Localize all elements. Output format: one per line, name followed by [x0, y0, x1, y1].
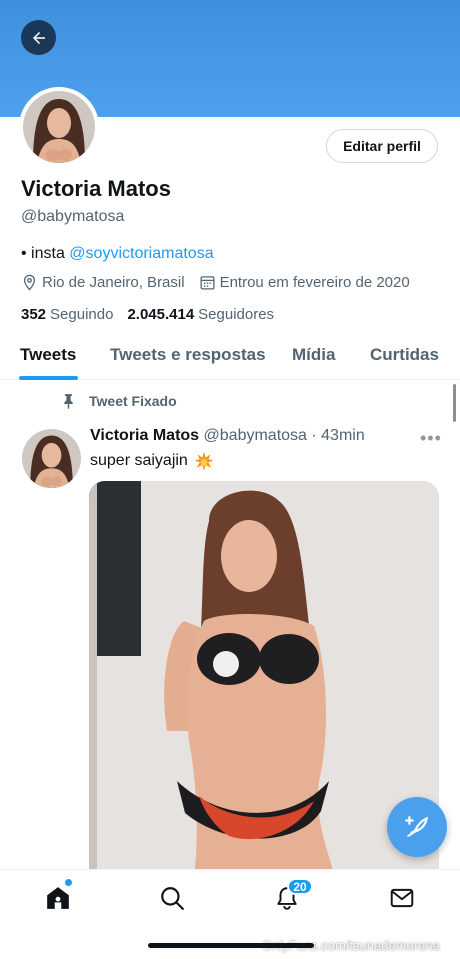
more-options-icon[interactable]: ••• — [420, 428, 442, 449]
location-item: Rio de Janeiro, Brasil — [21, 274, 185, 291]
profile-avatar[interactable] — [19, 87, 99, 167]
tab-tweets-and-replies[interactable]: Tweets e respostas — [110, 345, 266, 365]
home-indicator-bar[interactable] — [148, 943, 314, 948]
bio-link[interactable]: @soyvictoriamatosa — [69, 245, 213, 262]
active-tab-indicator — [19, 376, 78, 380]
avatar-image — [23, 91, 95, 163]
tweet-separator: · — [306, 427, 322, 444]
location-text: Rio de Janeiro, Brasil — [42, 274, 185, 291]
collision-icon — [194, 451, 213, 471]
edit-profile-button[interactable]: Editar perfil — [326, 129, 438, 163]
home-new-indicator — [65, 879, 72, 886]
compose-feather-icon — [405, 816, 429, 837]
messages-icon — [390, 888, 414, 908]
profile-bio: • insta @soyvictoriamatosa — [21, 245, 214, 263]
tweet-media-image[interactable] — [89, 481, 439, 876]
followers-label: Seguidores — [198, 306, 275, 323]
tweet-header: Victoria Matos @babymatosa · 43min — [90, 427, 365, 445]
profile-tabs: Tweets Tweets e respostas Mídia Curtidas — [0, 340, 460, 380]
pin-icon — [64, 394, 73, 409]
search-icon — [161, 887, 184, 910]
tweet-author-name[interactable]: Victoria Matos — [90, 427, 199, 444]
bio-text: • insta — [21, 245, 70, 262]
arrow-left-icon — [32, 31, 45, 44]
tab-likes[interactable]: Curtidas — [370, 345, 439, 365]
profile-stats: 352 Seguindo 2.045.414 Seguidores — [21, 306, 288, 323]
compose-tweet-button[interactable] — [387, 797, 447, 857]
joined-text: Entrou em fevereiro de 2020 — [219, 274, 410, 291]
tweet-time[interactable]: 43min — [321, 427, 365, 444]
profile-meta: Rio de Janeiro, Brasil Entrou em feverei… — [21, 274, 424, 291]
tab-media[interactable]: Mídia — [292, 345, 335, 365]
calendar-icon — [200, 276, 215, 290]
avatar-image — [22, 429, 81, 488]
scrollbar[interactable] — [453, 384, 456, 422]
joined-item: Entrou em fevereiro de 2020 — [199, 274, 410, 291]
photo — [89, 481, 439, 876]
tweet-author-handle[interactable]: @babymatosa — [204, 427, 307, 444]
back-button[interactable] — [21, 20, 56, 55]
notification-badge: 20 — [287, 878, 313, 895]
pinned-text: Tweet Fixado — [89, 392, 177, 409]
nav-search[interactable] — [158, 884, 186, 912]
profile-name: Victoria Matos — [21, 176, 171, 201]
nav-messages[interactable] — [388, 884, 416, 912]
tweet-text: super saiyajin — [90, 451, 214, 471]
nav-home[interactable] — [44, 884, 72, 912]
followers-count: 2.045.414 — [127, 306, 195, 323]
home-icon — [47, 887, 69, 909]
followers-stat[interactable]: 2.045.414 Seguidores — [127, 306, 274, 323]
following-label: Seguindo — [50, 306, 114, 323]
profile-handle: @babymatosa — [21, 208, 125, 225]
location-pin-icon — [23, 274, 36, 291]
following-count: 352 — [21, 306, 47, 323]
tab-tweets[interactable]: Tweets — [20, 345, 76, 365]
pinned-tweet-label: Tweet Fixado — [60, 392, 177, 409]
tweet-body: super saiyajin — [90, 452, 188, 469]
following-stat[interactable]: 352 Seguindo — [21, 306, 113, 323]
tweet-author-avatar[interactable] — [22, 429, 81, 488]
